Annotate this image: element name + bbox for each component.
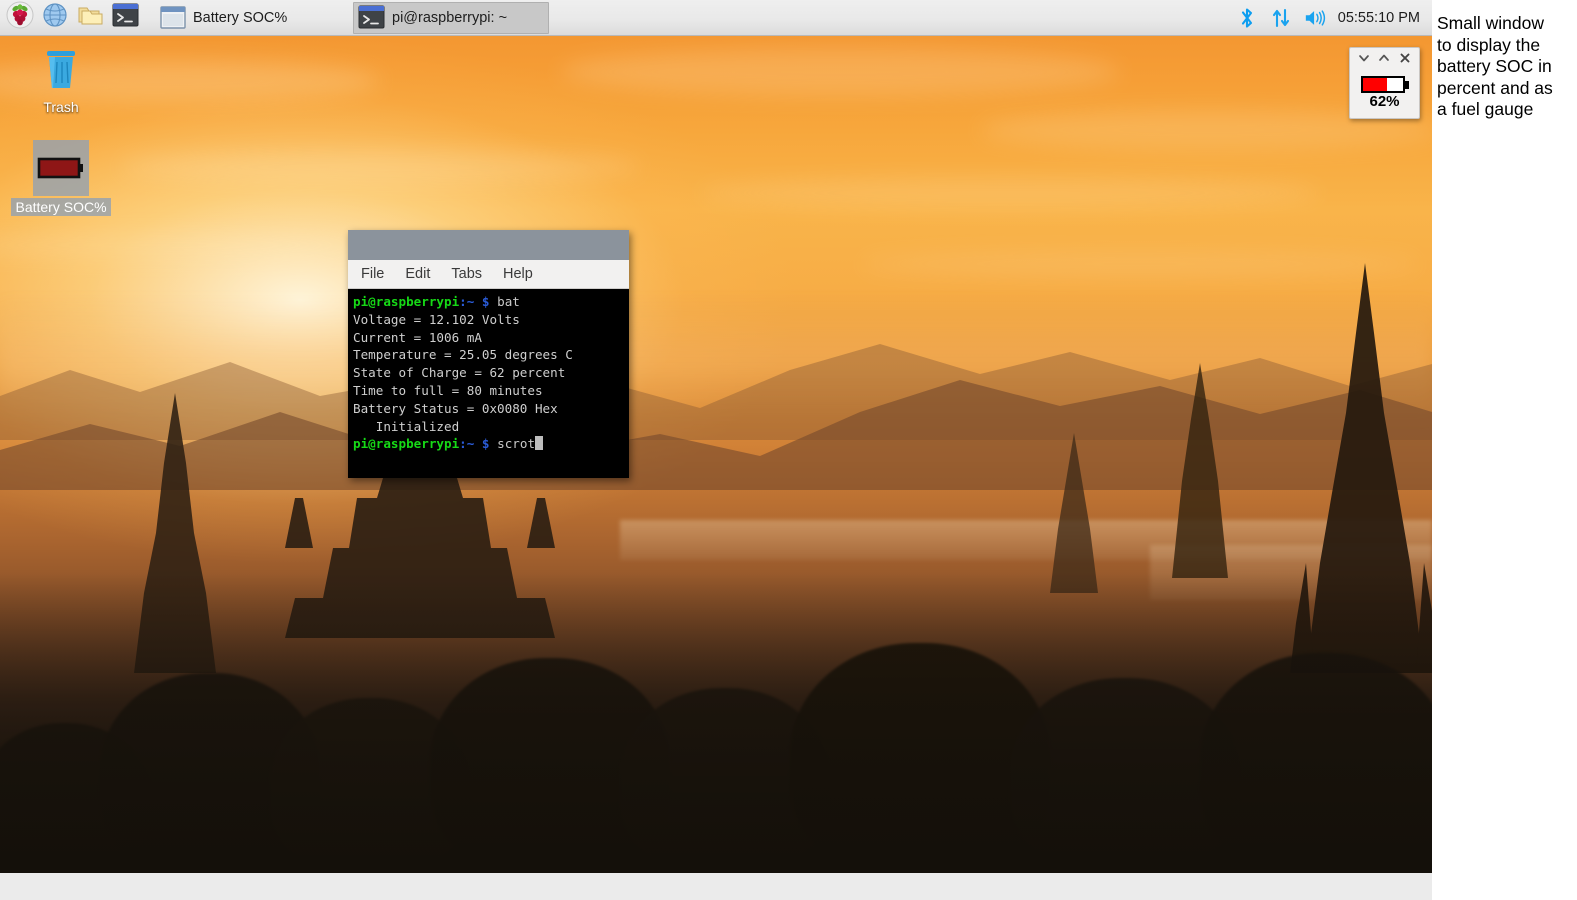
window-icon — [160, 5, 186, 30]
wallpaper-cloud — [120, 150, 640, 184]
taskbar-task-list: Battery SOC% pi@raspberrypi: ~ — [155, 1, 1236, 34]
prompt-sigil: $ — [481, 436, 490, 452]
prompt-path: :~ — [459, 294, 475, 309]
terminal-line: pi@raspberrypi:~ $ scrot — [353, 435, 629, 453]
wallpaper-cloud — [560, 48, 1120, 96]
bottom-strip — [0, 873, 1432, 900]
terminal-line: Initialized — [353, 418, 460, 434]
gauge-terminal-nub — [1404, 81, 1409, 89]
bluetooth-icon[interactable] — [1236, 7, 1258, 29]
wallpaper-cloud — [700, 178, 1320, 208]
wallpaper-stupa — [1040, 433, 1108, 593]
taskbar-launchers — [0, 1, 141, 34]
menu-item-tabs[interactable]: Tabs — [451, 266, 482, 282]
terminal-command: bat — [497, 294, 520, 309]
desktop[interactable]: Trash Battery SOC% File Edit Tabs Help p… — [0, 0, 1432, 873]
desktop-icon-label: Battery SOC% — [11, 198, 111, 216]
task-button-battery-soc[interactable]: Battery SOC% — [155, 2, 351, 34]
clock[interactable]: 05:55:10 PM — [1338, 10, 1420, 26]
globe-icon — [42, 2, 68, 33]
task-button-label: pi@raspberrypi: ~ — [392, 9, 508, 26]
terminal-command: scrot — [497, 436, 536, 452]
trash-icon — [33, 40, 89, 96]
terminal-line: Time to full = 80 minutes — [353, 382, 543, 398]
close-button[interactable] — [1397, 51, 1412, 66]
terminal-window[interactable]: File Edit Tabs Help pi@raspberrypi:~ $ b… — [348, 230, 629, 478]
desktop-icon-battery-soc[interactable]: Battery SOC% — [11, 140, 111, 216]
terminal-line: Temperature = 25.05 degrees C — [353, 347, 573, 363]
volume-icon[interactable] — [1304, 7, 1326, 29]
terminal-line: Battery Status = 0x0080 Hex — [353, 400, 558, 416]
screen: Trash Battery SOC% File Edit Tabs Help p… — [0, 0, 1577, 900]
terminal-line: Voltage = 12.102 Volts — [353, 311, 520, 327]
taskbar[interactable]: Battery SOC% pi@raspberrypi: ~ 05:55:10 … — [0, 0, 1432, 36]
prompt-path: :~ — [459, 436, 475, 452]
network-icon[interactable] — [1270, 7, 1292, 29]
web-browser-button[interactable] — [39, 2, 71, 34]
battery-soc-content: 62% — [1350, 68, 1419, 118]
menu-item-file[interactable]: File — [361, 266, 384, 282]
terminal-menubar[interactable]: File Edit Tabs Help — [348, 260, 629, 289]
annotation-text: Small window to display the battery SOC … — [1437, 13, 1553, 119]
maximize-button[interactable] — [1377, 51, 1392, 66]
task-button-terminal[interactable]: pi@raspberrypi: ~ — [353, 1, 549, 34]
battery-icon — [33, 140, 89, 196]
battery-fuel-gauge — [1360, 76, 1409, 93]
wallpaper-stupa — [1160, 363, 1240, 578]
terminal-line: Current = 1006 mA — [353, 329, 482, 345]
gauge-fill — [1362, 78, 1388, 91]
minimize-button[interactable] — [1357, 51, 1372, 66]
battery-soc-titlebar[interactable] — [1350, 48, 1419, 68]
prompt-sigil: $ — [481, 294, 490, 309]
system-tray: 05:55:10 PM — [1236, 7, 1432, 29]
battery-percent-label: 62% — [1369, 93, 1400, 110]
folder-icon — [77, 2, 103, 33]
task-button-label: Battery SOC% — [193, 9, 288, 26]
terminal-line: pi@raspberrypi:~ $ bat — [353, 293, 629, 311]
file-manager-button[interactable] — [74, 2, 106, 34]
raspberry-menu-button[interactable] — [4, 1, 36, 34]
prompt-user: pi@raspberrypi — [353, 436, 460, 452]
terminal-icon — [358, 5, 385, 30]
terminal-output[interactable]: pi@raspberrypi:~ $ bat Voltage = 12.102 … — [348, 289, 629, 478]
battery-soc-window[interactable]: 62% — [1349, 47, 1420, 119]
menu-item-edit[interactable]: Edit — [405, 266, 430, 282]
terminal-line: State of Charge = 62 percent — [353, 365, 566, 381]
raspberry-icon — [6, 1, 34, 34]
desktop-icon-trash[interactable]: Trash — [12, 40, 110, 116]
desktop-icon-label: Trash — [43, 99, 79, 115]
prompt-user: pi@raspberrypi — [353, 294, 460, 309]
terminal-icon — [112, 3, 139, 33]
terminal-launcher-button[interactable] — [109, 2, 141, 34]
wallpaper-foreground — [0, 573, 1432, 873]
terminal-titlebar[interactable] — [348, 230, 629, 260]
terminal-cursor — [535, 436, 544, 451]
menu-item-help[interactable]: Help — [503, 266, 533, 282]
